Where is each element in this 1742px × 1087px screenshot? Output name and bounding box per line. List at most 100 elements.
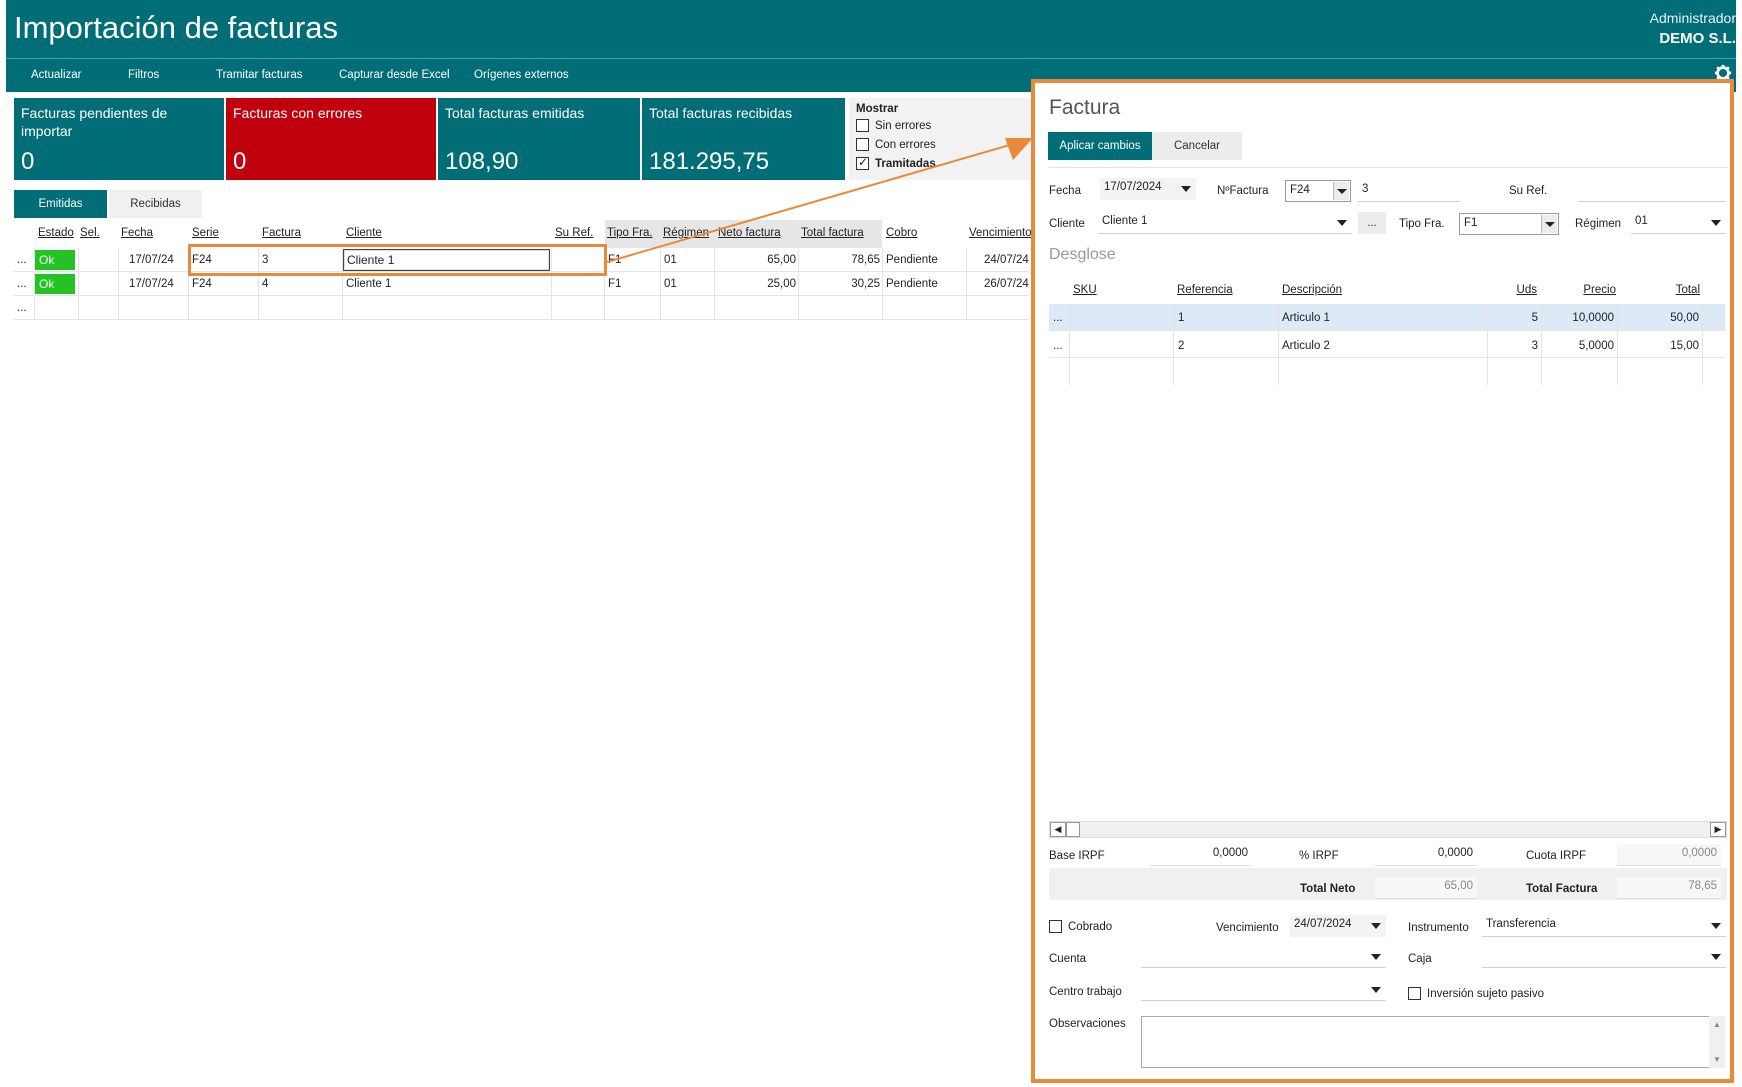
line-desc[interactable]: Articulo 2	[1282, 340, 1330, 352]
fecha-label: Fecha	[1049, 185, 1081, 197]
tab-recibidas[interactable]: Recibidas	[109, 190, 202, 218]
chevron-down-icon[interactable]	[1333, 182, 1349, 200]
instrumento-value: Transferencia	[1486, 918, 1556, 930]
cancel-button[interactable]: Cancelar	[1152, 132, 1242, 160]
chevron-down-icon[interactable]	[1541, 215, 1557, 233]
line-menu-button[interactable]: ...	[1053, 312, 1063, 324]
new-row-menu-button[interactable]: ...	[17, 302, 27, 314]
scroll-thumb[interactable]	[1066, 822, 1080, 837]
user-name[interactable]: Administrador	[1650, 10, 1736, 26]
cell-total[interactable]: 30,25	[802, 278, 880, 290]
capture-excel-button[interactable]: Capturar desde Excel	[339, 69, 450, 81]
line-ref[interactable]: 1	[1178, 312, 1184, 324]
base-irpf-input[interactable]: 0,0000	[1150, 844, 1252, 866]
centro-select[interactable]	[1141, 979, 1386, 1001]
col-serie[interactable]: Serie	[192, 227, 219, 239]
cell-vencimiento[interactable]: 26/07/24	[984, 278, 1031, 290]
cell-factura[interactable]: 4	[262, 278, 268, 290]
checkbox-icon[interactable]	[1049, 920, 1062, 933]
horizontal-scrollbar[interactable]: ◀ ▶	[1049, 821, 1727, 838]
col-factura[interactable]: Factura	[262, 227, 301, 239]
cell-serie[interactable]: F24	[192, 278, 212, 290]
line-total[interactable]: 15,00	[1620, 340, 1699, 352]
tipofra-select[interactable]: F1	[1459, 213, 1559, 235]
cell-fecha[interactable]: 17/07/24	[129, 278, 174, 290]
scroll-up-icon[interactable]: ▲	[1713, 1020, 1721, 1029]
chevron-down-icon[interactable]	[1711, 923, 1721, 929]
cliente-select[interactable]: Cliente 1	[1098, 212, 1352, 234]
cuenta-select[interactable]	[1141, 946, 1386, 968]
tile-errors[interactable]: Facturas con errores 0	[226, 98, 436, 180]
table-row-new[interactable]	[14, 296, 1029, 320]
process-invoices-button[interactable]: Tramitar facturas	[216, 69, 302, 81]
serie-select[interactable]: F24	[1285, 180, 1351, 202]
vencimiento-input[interactable]: 24/07/2024	[1290, 915, 1386, 937]
pct-irpf-input[interactable]: 0,0000	[1375, 844, 1477, 866]
grid-divider	[1487, 304, 1488, 385]
col-cliente[interactable]: Cliente	[346, 227, 382, 239]
fecha-input[interactable]: 17/07/2024	[1100, 178, 1196, 200]
line-precio[interactable]: 10,0000	[1544, 312, 1614, 324]
row-menu-button[interactable]: ...	[17, 278, 27, 290]
status-badge: Ok	[35, 250, 75, 270]
chevron-down-icon[interactable]	[1181, 186, 1191, 192]
line-precio[interactable]: 5,0000	[1544, 340, 1614, 352]
list-item-new[interactable]	[1049, 358, 1725, 385]
base-irpf-label: Base IRPF	[1049, 850, 1105, 862]
suref-input[interactable]	[1578, 180, 1726, 202]
cliente-lookup-button[interactable]: ...	[1358, 212, 1386, 234]
col-precio[interactable]: Precio	[1560, 284, 1616, 296]
status-badge: Ok	[35, 274, 75, 294]
cell-cobro[interactable]: Pendiente	[886, 278, 938, 290]
scroll-left-icon[interactable]: ◀	[1050, 822, 1066, 837]
external-sources-button[interactable]: Orígenes externos	[474, 69, 569, 81]
cell-tipo-fra[interactable]: F1	[608, 278, 621, 290]
apply-changes-button[interactable]: Aplicar cambios	[1048, 132, 1152, 160]
vertical-scrollbar[interactable]: ▲ ▼	[1709, 1016, 1725, 1068]
grid-divider	[1173, 304, 1174, 385]
chevron-down-icon[interactable]	[1711, 954, 1721, 960]
checkbox-icon[interactable]	[1408, 987, 1421, 1000]
tile-pending[interactable]: Facturas pendientes de importar 0	[14, 98, 224, 180]
cell-neto[interactable]: 25,00	[718, 278, 796, 290]
line-desc[interactable]: Articulo 1	[1282, 312, 1330, 324]
col-referencia[interactable]: Referencia	[1177, 284, 1233, 296]
numero-value: 3	[1362, 183, 1369, 195]
chevron-down-icon[interactable]	[1371, 923, 1381, 929]
line-menu-button[interactable]: ...	[1053, 340, 1063, 352]
scroll-down-icon[interactable]: ▼	[1713, 1055, 1721, 1064]
tipofra-value: F1	[1464, 217, 1478, 229]
scroll-right-icon[interactable]: ▶	[1710, 822, 1726, 837]
chevron-down-icon[interactable]	[1711, 220, 1721, 226]
col-uds[interactable]: Uds	[1400, 284, 1537, 296]
col-sel[interactable]: Sel.	[80, 227, 100, 239]
cobrado-checkbox[interactable]: Cobrado	[1049, 920, 1112, 933]
filters-button[interactable]: Filtros	[128, 69, 159, 81]
col-sku[interactable]: SKU	[1073, 284, 1097, 296]
tab-emitidas[interactable]: Emitidas	[14, 190, 107, 218]
inversion-checkbox[interactable]: Inversión sujeto pasivo	[1408, 987, 1544, 1000]
line-ref[interactable]: 2	[1178, 340, 1184, 352]
instrumento-select[interactable]: Transferencia	[1482, 915, 1726, 937]
refresh-button[interactable]: Actualizar	[31, 69, 82, 81]
cell-fecha[interactable]: 17/07/24	[129, 254, 174, 266]
col-total-linea[interactable]: Total	[1640, 284, 1700, 296]
regimen-select[interactable]: 01	[1631, 212, 1726, 234]
company-name[interactable]: DEMO S.L.	[1659, 30, 1736, 47]
cell-regimen[interactable]: 01	[664, 278, 677, 290]
col-fecha[interactable]: Fecha	[121, 227, 153, 239]
chevron-down-icon[interactable]	[1371, 987, 1381, 993]
line-uds[interactable]: 3	[1490, 340, 1538, 352]
col-suref[interactable]: Su Ref.	[555, 227, 593, 239]
chevron-down-icon[interactable]	[1337, 220, 1347, 226]
caja-select[interactable]	[1482, 946, 1726, 968]
numero-input[interactable]: 3	[1358, 180, 1460, 202]
line-uds[interactable]: 5	[1490, 312, 1538, 324]
observaciones-textarea[interactable]	[1141, 1016, 1721, 1068]
col-estado[interactable]: Estado	[38, 227, 74, 239]
line-total[interactable]: 50,00	[1620, 312, 1699, 324]
chevron-down-icon[interactable]	[1371, 954, 1381, 960]
row-menu-button[interactable]: ...	[17, 254, 27, 266]
col-descripcion[interactable]: Descripción	[1282, 284, 1342, 296]
cell-cliente[interactable]: Cliente 1	[346, 278, 391, 290]
